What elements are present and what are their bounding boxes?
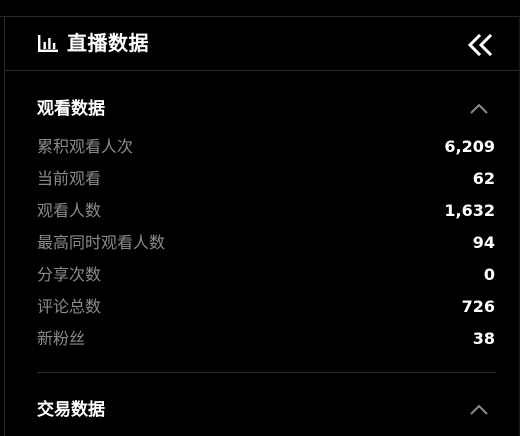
collapse-panel-button[interactable] [465, 32, 495, 58]
metric-row: 最高同时观看人数 94 [5, 227, 519, 259]
metric-label: 累积观看人次 [37, 137, 134, 156]
metric-label: 新粉丝 [37, 329, 86, 348]
section-header-transaction[interactable]: 交易数据 [5, 391, 519, 431]
bar-chart-icon [37, 34, 59, 54]
metric-row: 累积观看人次 6,209 [5, 131, 519, 163]
panel-title: 直播数据 [67, 31, 149, 55]
metric-label: 评论总数 [37, 297, 102, 316]
metric-row: 评论总数 726 [5, 291, 519, 323]
top-strip [0, 0, 520, 17]
section-divider [37, 372, 496, 373]
metric-label: 最高同时观看人数 [37, 233, 166, 252]
metric-value: 1,632 [444, 201, 495, 220]
section-header-viewing[interactable]: 观看数据 [5, 90, 519, 130]
metric-value: 726 [461, 297, 495, 316]
metric-value: 62 [472, 169, 495, 188]
metric-value: 0 [483, 265, 495, 284]
panel-header: 直播数据 [5, 17, 519, 71]
metric-row: 观看人数 1,632 [5, 195, 519, 227]
metric-value: 94 [472, 233, 495, 252]
chevron-up-icon[interactable] [467, 100, 491, 118]
metric-label: 观看人数 [37, 201, 102, 220]
metric-row: 新粉丝 38 [5, 323, 519, 355]
live-data-panel: 直播数据 观看数据 累积观看人次 6,209 当前观看 62 观看人数 1,63… [0, 0, 520, 436]
metric-value: 38 [472, 329, 495, 348]
double-chevron-left-icon [465, 33, 495, 62]
chevron-up-icon[interactable] [467, 401, 491, 419]
metric-label: 当前观看 [37, 169, 102, 188]
section-title: 交易数据 [37, 400, 105, 420]
metric-row: 分享次数 0 [5, 259, 519, 291]
viewing-metrics-list: 累积观看人次 6,209 当前观看 62 观看人数 1,632 最高同时观看人数… [5, 131, 519, 355]
metric-label: 分享次数 [37, 265, 102, 284]
metric-value: 6,209 [444, 137, 495, 156]
section-title: 观看数据 [37, 99, 105, 119]
metric-row: 当前观看 62 [5, 163, 519, 195]
